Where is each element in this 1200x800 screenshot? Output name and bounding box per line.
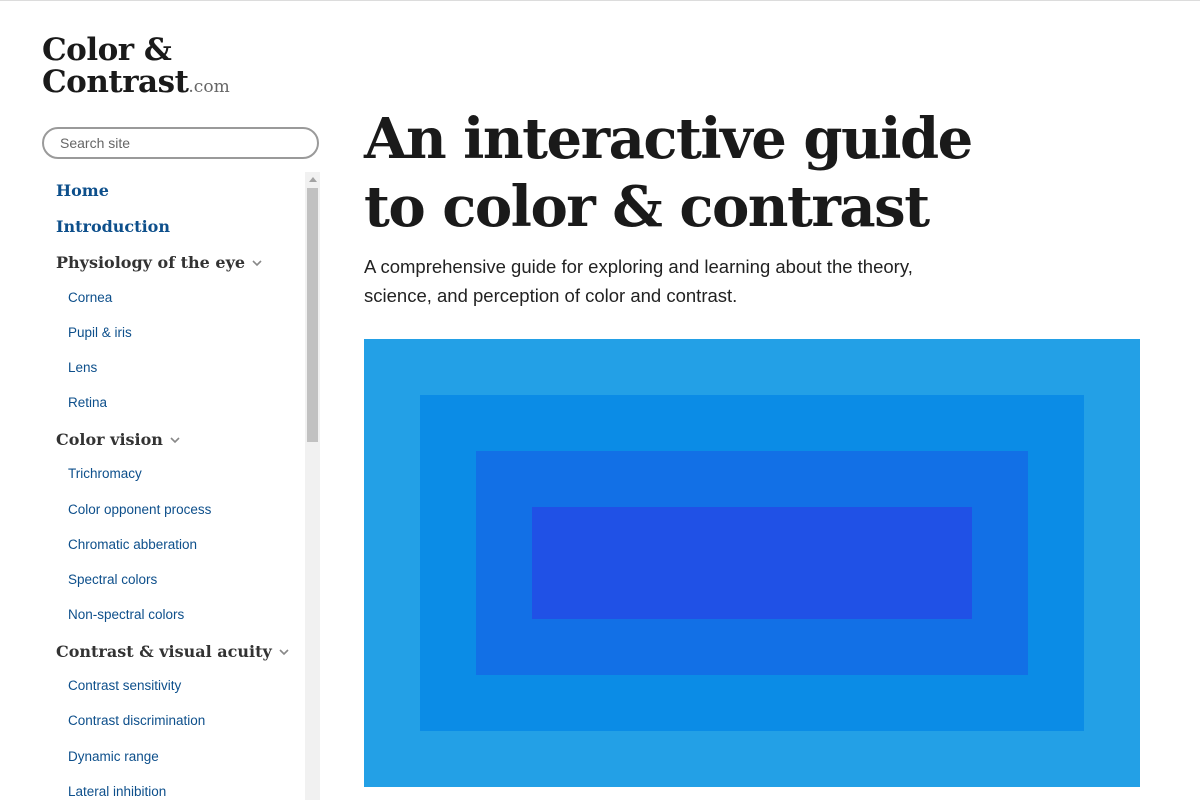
nav-item-trichromacy[interactable]: Trichromacy (68, 466, 142, 481)
main-content: An interactive guide to color & contrast… (364, 0, 1154, 800)
chevron-down-icon (252, 259, 262, 266)
site-logo[interactable]: Color & Contrast.com (42, 34, 230, 103)
nav-item-cornea[interactable]: Cornea (68, 290, 112, 305)
scroll-up-arrow-icon[interactable] (309, 177, 317, 182)
nav-section-label: Physiology of the eye (56, 253, 246, 272)
chevron-down-icon (279, 648, 289, 655)
scrollbar-thumb[interactable] (307, 188, 318, 442)
hero-illustration (364, 339, 1140, 787)
nav-item-contrast-discrimination[interactable]: Contrast discrimination (68, 713, 205, 728)
nav-item-lens[interactable]: Lens (68, 360, 97, 375)
nav-section-label: Contrast & visual acuity (56, 642, 272, 661)
nav-section-label: Color vision (56, 430, 163, 449)
nav-item-retina[interactable]: Retina (68, 395, 107, 410)
nav-item-lateral-inhibition[interactable]: Lateral inhibition (68, 784, 166, 799)
page-title: An interactive guide to color & contrast (364, 106, 973, 240)
sidebar: Color & Contrast.com Home Introduction P… (42, 0, 322, 800)
sidebar-scrollbar[interactable] (305, 172, 320, 800)
search-input[interactable] (42, 127, 319, 159)
nav-item-dynamic-range[interactable]: Dynamic range (68, 749, 159, 764)
logo-line-2: Contrast (42, 64, 189, 100)
nav-item-color-opponent-process[interactable]: Color opponent process (68, 502, 211, 517)
hero-band-inner (532, 507, 972, 619)
chevron-down-icon (170, 436, 180, 443)
logo-line-1: Color & (42, 32, 172, 68)
nav-item-introduction[interactable]: Introduction (56, 217, 170, 236)
nav-item-non-spectral-colors[interactable]: Non-spectral colors (68, 607, 184, 622)
nav-item-spectral-colors[interactable]: Spectral colors (68, 572, 157, 587)
sidebar-nav: Home Introduction Physiology of the eye … (42, 172, 320, 800)
nav-section-physiology[interactable]: Physiology of the eye (56, 253, 263, 272)
page-lede: A comprehensive guide for exploring and … (364, 256, 913, 306)
nav-item-chromatic-abberation[interactable]: Chromatic abberation (68, 537, 197, 552)
nav-section-color-vision[interactable]: Color vision (56, 430, 181, 449)
logo-tld: .com (188, 77, 230, 97)
nav-section-contrast[interactable]: Contrast & visual acuity (56, 642, 290, 661)
nav-item-contrast-sensitivity[interactable]: Contrast sensitivity (68, 678, 181, 693)
nav-item-home[interactable]: Home (56, 181, 109, 200)
nav-item-pupil-iris[interactable]: Pupil & iris (68, 325, 132, 340)
